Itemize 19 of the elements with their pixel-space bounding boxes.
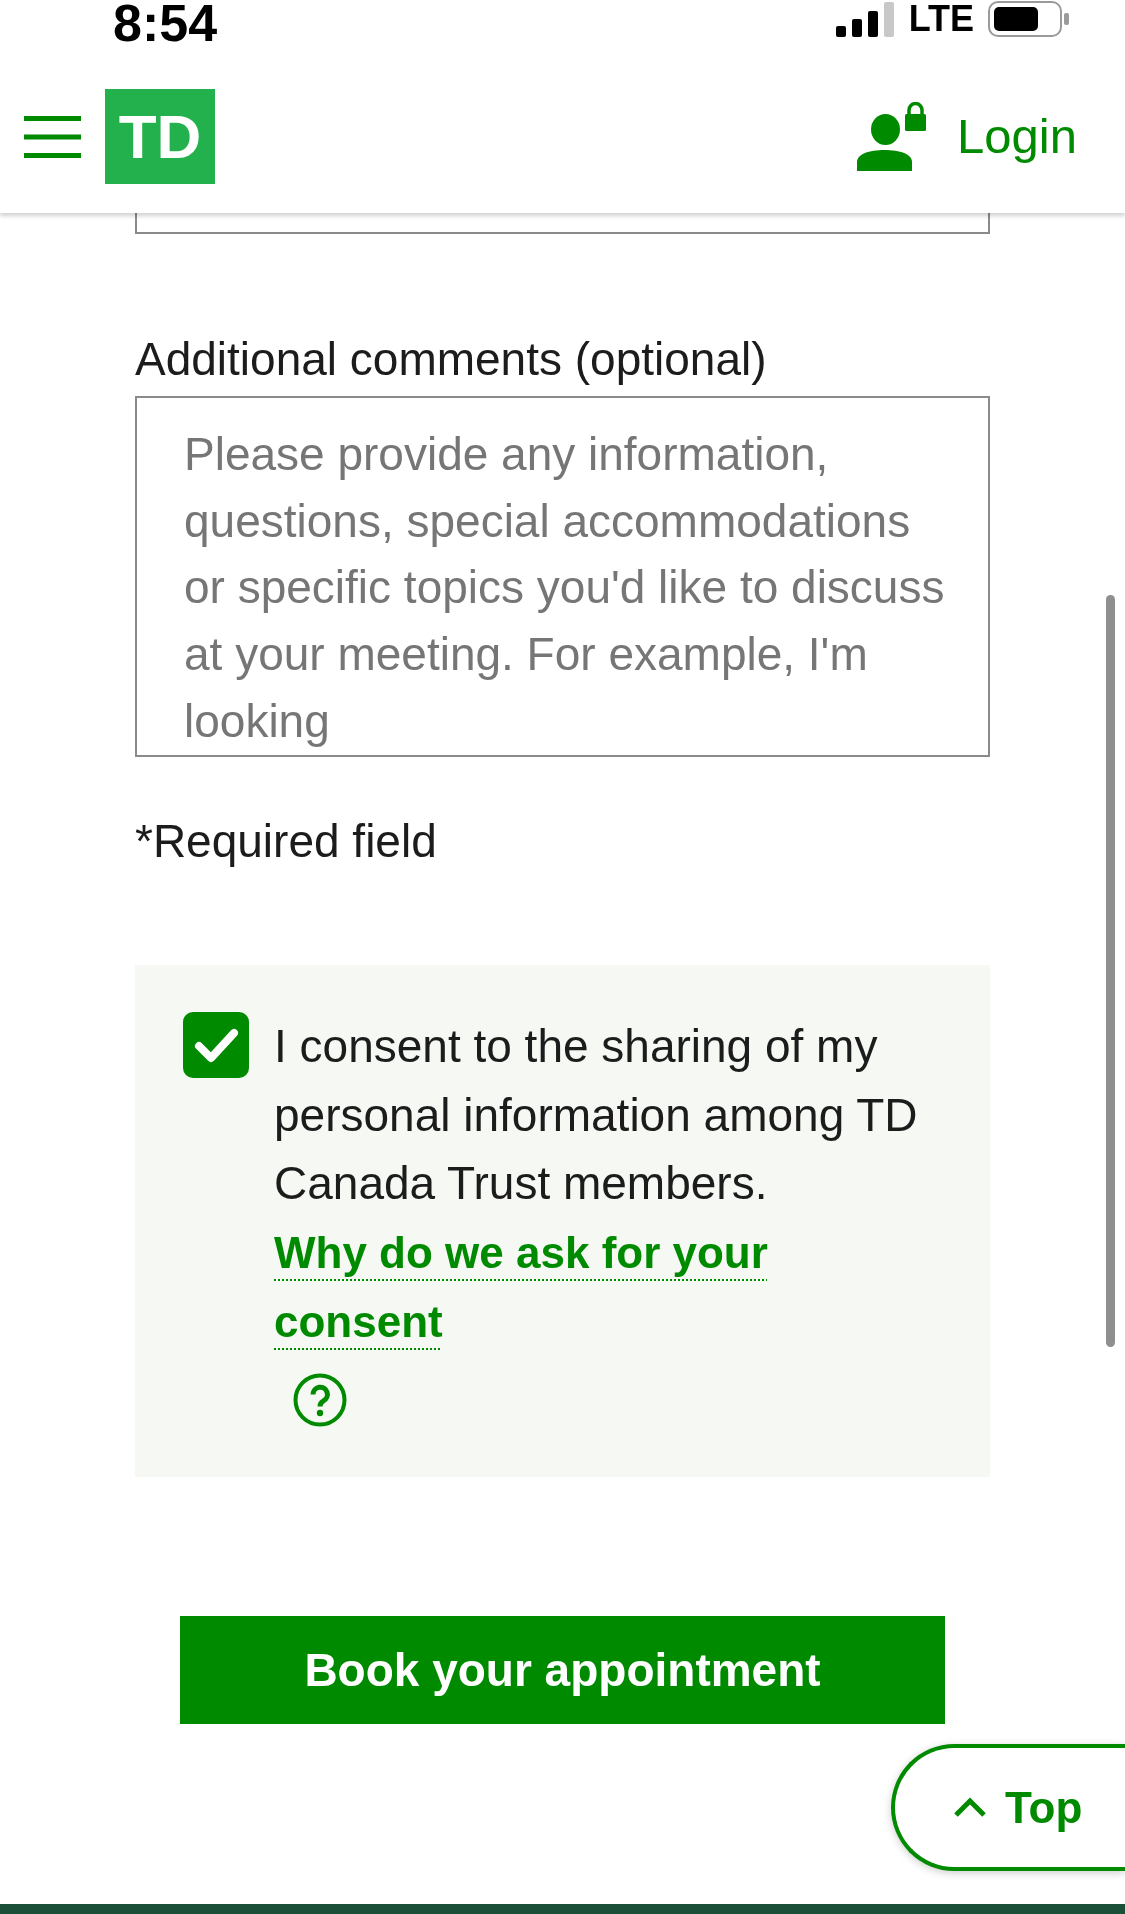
person-lock-icon [857,102,927,171]
book-appointment-button[interactable]: Book your appointment [180,1615,945,1724]
consent-text: I consent to the sharing of my personal information among TD Canada Trust members. [274,1019,919,1211]
comments-field[interactable]: Please provide any information, questions, special accommodations or specific topics you'd like to discuss at your meeting. For example, I'm looking [135,396,990,757]
signal-icon [835,1,895,37]
field-label: Additional comments (optional) [135,332,768,387]
network-label: LTE [908,1,974,37]
checkbox[interactable] [183,1012,249,1078]
consent-info-link[interactable]: Why do we ask for your consent [274,1217,784,1356]
required-note: *Required field [135,814,438,869]
caret-up-icon [953,1797,987,1818]
menu-icon[interactable] [24,115,81,158]
logo[interactable]: TD [105,89,215,184]
text-field[interactable] [135,213,990,234]
back-to-top-button[interactable]: Top [891,1744,1125,1871]
status-time: 8:54 [113,0,218,47]
login-link[interactable]: Login [857,102,1077,171]
battery-icon [988,1,1070,37]
help-icon[interactable] [293,1372,347,1427]
